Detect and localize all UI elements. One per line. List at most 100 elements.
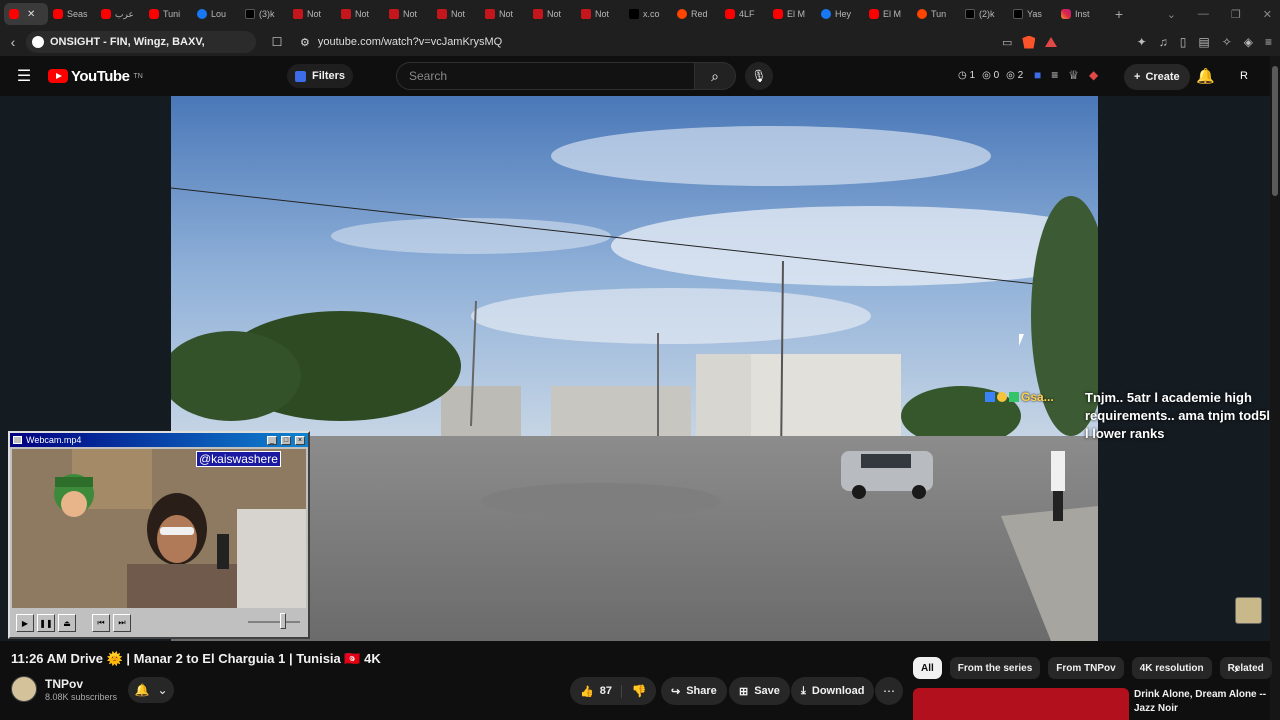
url-field[interactable]: ⚙ youtube.com/watch?v=vcJamKrysMQ <box>292 31 1002 53</box>
notifications-bell-icon[interactable]: 🔔 <box>1196 67 1215 85</box>
bookmark-icon[interactable]: ☐ <box>262 35 292 49</box>
browser-tab[interactable]: Tuni <box>144 3 192 25</box>
music-icon[interactable]: ♫ <box>1159 35 1168 49</box>
webcam-minimize-button[interactable]: _ <box>267 435 277 445</box>
volume-slider-knob[interactable] <box>280 613 286 629</box>
filters-button[interactable]: Filters <box>287 64 354 88</box>
chip[interactable]: All <box>913 657 942 679</box>
account-avatar[interactable]: R <box>1232 64 1256 88</box>
browser-tab[interactable]: Not <box>576 3 624 25</box>
download-button[interactable]: ⤓ Download <box>791 677 875 705</box>
page-scrollbar[interactable] <box>1270 56 1280 720</box>
browser-tab[interactable]: عرب <box>96 3 144 25</box>
recommendation-thumbnail[interactable] <box>913 688 1129 720</box>
webcam-window[interactable]: Webcam.mp4 _ □ × @kaiswashere ▶ ❚❚ ⏏ ⏮ ⏭ <box>8 431 310 639</box>
chip[interactable]: Related <box>1219 657 1272 679</box>
alert-icon[interactable]: ◆ <box>1089 68 1098 82</box>
browser-tab[interactable]: Inst <box>1056 3 1104 25</box>
list-icon[interactable]: ≡ <box>1051 68 1058 82</box>
fb-favicon-icon <box>197 9 207 19</box>
browser-tab[interactable]: Not <box>384 3 432 25</box>
pause-icon[interactable]: ❚❚ <box>37 614 55 632</box>
save-button[interactable]: ⊞ Save <box>729 677 790 705</box>
sidebar-icon[interactable]: ▯ <box>1180 35 1187 49</box>
brave-rewards-icon[interactable] <box>1045 37 1058 47</box>
new-tab-button[interactable]: + <box>1110 6 1128 22</box>
hamburger-menu-icon[interactable]: ☰ <box>0 66 48 86</box>
subscription-bell-button[interactable]: 🔔 ⌄ <box>128 677 174 703</box>
tab-search-icon[interactable]: ⌄ <box>1167 8 1176 21</box>
media-icon <box>32 36 44 48</box>
extension-icon[interactable]: ■ <box>1034 68 1041 82</box>
window-controls: ⌄ — ❐ ✕ <box>1167 0 1272 28</box>
browser-tab[interactable]: Hey <box>816 3 864 25</box>
browser-tab[interactable]: x.co <box>624 3 672 25</box>
webcam-titlebar[interactable]: Webcam.mp4 _ □ × <box>10 433 308 447</box>
eject-icon[interactable]: ⏏ <box>58 614 76 632</box>
create-button[interactable]: + Create <box>1124 64 1190 90</box>
restore-button[interactable]: ❐ <box>1231 8 1241 21</box>
close-window-button[interactable]: ✕ <box>1263 8 1272 21</box>
search-button[interactable]: ⌕ <box>694 62 736 90</box>
next-icon[interactable]: ⏭ <box>113 614 131 632</box>
play-icon[interactable]: ▶ <box>16 614 34 632</box>
volume-slider-track[interactable] <box>248 621 300 623</box>
chat-message-overlay: Tnjm.. 5atr l academie high requirements… <box>1085 390 1270 441</box>
back-icon[interactable]: ‹ <box>0 34 26 50</box>
more-actions-button[interactable]: ⋯ <box>875 677 903 705</box>
browser-tab[interactable]: Not <box>480 3 528 25</box>
browser-tab[interactable]: Red <box>672 3 720 25</box>
browser-tab[interactable]: Not <box>432 3 480 25</box>
video-title: 11:26 AM Drive 🌞 | Manar 2 to El Chargui… <box>11 651 381 666</box>
like-button[interactable]: 👍 87 <box>570 684 622 698</box>
site-info-icon[interactable]: ⚙ <box>300 36 310 49</box>
youtube-logo[interactable]: YouTube TN <box>48 68 143 85</box>
browser-tab[interactable]: (3)k <box>240 3 288 25</box>
youtube-header: ☰ YouTube TN Filters Search ⌕ 🎙 ◷ 1 ◎ 0 … <box>0 56 1280 96</box>
browser-tab[interactable]: ✕ <box>4 3 48 25</box>
channel-watermark[interactable] <box>1235 597 1262 624</box>
wallet-icon[interactable]: ▤ <box>1198 35 1209 49</box>
browser-tab[interactable]: Not <box>288 3 336 25</box>
leo-icon[interactable]: ✧ <box>1222 35 1232 49</box>
tab-label: 4LF <box>739 9 755 19</box>
dislike-button[interactable]: 👎 <box>622 684 656 698</box>
chip[interactable]: From TNPov <box>1048 657 1124 679</box>
browser-tab[interactable]: (2)k <box>960 3 1008 25</box>
vpn-icon[interactable]: ◈ <box>1244 35 1253 49</box>
channel-name[interactable]: TNPov <box>45 677 83 691</box>
share-button[interactable]: ↪ Share <box>661 677 727 705</box>
scrollbar-thumb[interactable] <box>1272 66 1278 196</box>
minimize-button[interactable]: — <box>1198 8 1209 20</box>
browser-tab[interactable]: El M <box>768 3 816 25</box>
chevron-right-icon[interactable]: › <box>1234 660 1239 676</box>
voice-search-button[interactable]: 🎙 <box>745 62 773 90</box>
cast-icon[interactable]: ▭ <box>1002 36 1012 49</box>
video-player[interactable] <box>171 96 1098 641</box>
chip[interactable]: From the series <box>949 657 1041 679</box>
browser-tab[interactable]: 4LF <box>720 3 768 25</box>
filter-extension-icon <box>295 70 306 82</box>
browser-tab[interactable]: El M <box>864 3 912 25</box>
channel-avatar[interactable] <box>11 676 37 702</box>
extension-counters[interactable]: ◷ 1 ◎ 0 ◎ 2 <box>958 70 1023 81</box>
browser-tab[interactable]: Yas <box>1008 3 1056 25</box>
brave-shield-icon[interactable] <box>1022 35 1036 49</box>
menu-icon[interactable]: ≡ <box>1265 35 1272 49</box>
chip[interactable]: 4K resolution <box>1131 657 1212 679</box>
webcam-close-button[interactable]: × <box>295 435 305 445</box>
browser-tab[interactable]: Not <box>528 3 576 25</box>
webcam-maximize-button[interactable]: □ <box>281 435 291 445</box>
trophy-icon[interactable]: ♕ <box>1068 68 1079 82</box>
media-context-pill[interactable]: ONSIGHT - FIN, Wingz, BAXV, <box>26 31 256 53</box>
puzzle-icon[interactable]: ✦ <box>1137 35 1147 49</box>
recommendation-title[interactable]: Drink Alone, Dream Alone -- Jazz Noir <box>1134 688 1270 716</box>
browser-tab[interactable]: Not <box>336 3 384 25</box>
search-input[interactable]: Search <box>396 62 694 90</box>
browser-tab[interactable]: Lou <box>192 3 240 25</box>
browser-tab[interactable]: Tun <box>912 3 960 25</box>
previous-icon[interactable]: ⏮ <box>92 614 110 632</box>
tab-close-icon[interactable]: ✕ <box>27 9 35 20</box>
browser-tab[interactable]: Seas <box>48 3 96 25</box>
search-icon: ⌕ <box>711 67 719 84</box>
